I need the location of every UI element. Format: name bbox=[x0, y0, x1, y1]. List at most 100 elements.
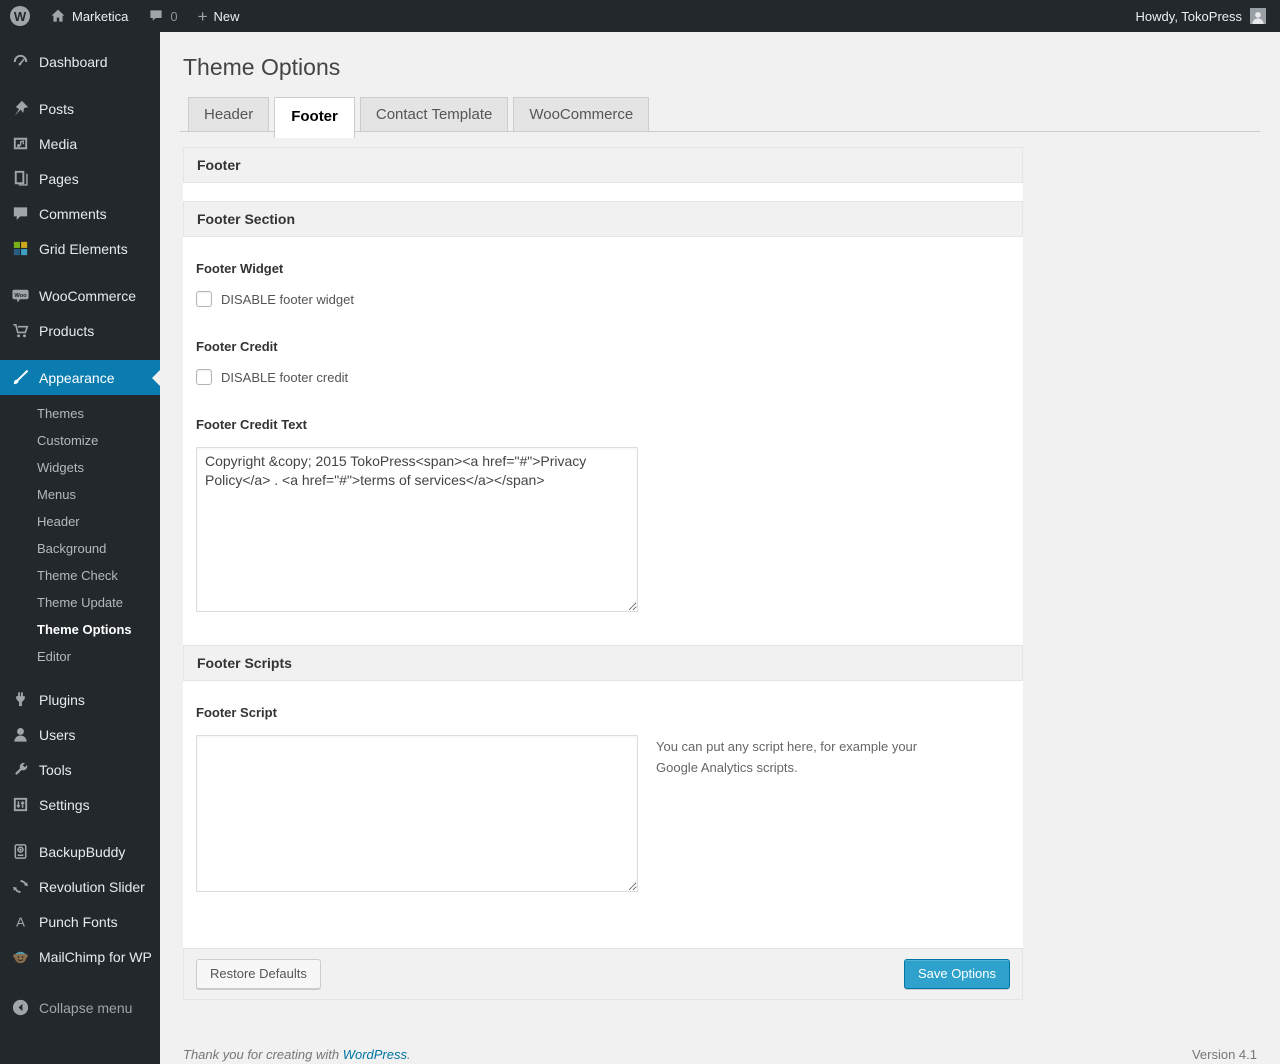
sidebar-item-label: Dashboard bbox=[39, 53, 108, 70]
sidebar-item-revolution-slider[interactable]: Revolution Slider bbox=[0, 869, 160, 904]
sidebar-item-users[interactable]: Users bbox=[0, 717, 160, 752]
submenu-theme-check[interactable]: Theme Check bbox=[0, 562, 160, 589]
thanks-text: Thank you for creating with bbox=[183, 1046, 340, 1062]
submenu-themes[interactable]: Themes bbox=[0, 400, 160, 427]
home-icon bbox=[51, 9, 65, 22]
comments-shortcut[interactable]: 0 bbox=[138, 0, 187, 32]
sidebar-item-punch-fonts[interactable]: A Punch Fonts bbox=[0, 904, 160, 939]
plus-icon bbox=[198, 8, 208, 25]
paintbrush-icon bbox=[13, 369, 29, 385]
sidebar-item-label: WooCommerce bbox=[39, 287, 136, 304]
sidebar-item-media[interactable]: Media bbox=[0, 126, 160, 161]
sidebar-item-label: MailChimp for WP bbox=[39, 948, 152, 965]
footer-widget-label: Footer Widget bbox=[196, 261, 284, 276]
sidebar-item-posts[interactable]: Posts bbox=[0, 91, 160, 126]
sidebar-item-settings[interactable]: Settings bbox=[0, 787, 160, 822]
theme-options-panel: Footer Footer Section Footer Widget DISA… bbox=[183, 147, 1023, 1000]
sidebar-item-label: Posts bbox=[39, 100, 75, 117]
collapse-menu-button[interactable]: Collapse menu bbox=[0, 990, 160, 1025]
submenu-menus[interactable]: Menus bbox=[0, 481, 160, 508]
disable-footer-widget-label: DISABLE footer widget bbox=[221, 291, 354, 307]
sidebar-item-mailchimp[interactable]: MailChimp for WP bbox=[0, 939, 160, 974]
submenu-editor[interactable]: Editor bbox=[0, 643, 160, 670]
sidebar-item-label: BackupBuddy bbox=[39, 843, 126, 860]
user-icon bbox=[14, 728, 27, 742]
person-icon bbox=[1252, 12, 1264, 24]
sidebar-item-label: Punch Fonts bbox=[39, 913, 118, 930]
sidebar-item-label: Appearance bbox=[39, 369, 115, 386]
wordpress-logo-menu[interactable] bbox=[0, 0, 40, 32]
sidebar-item-label: Media bbox=[39, 135, 78, 152]
refresh-arrows-icon bbox=[13, 880, 28, 893]
collapse-menu-label: Collapse menu bbox=[39, 999, 133, 1016]
sidebar-item-label: Products bbox=[39, 322, 95, 339]
tab-footer[interactable]: Footer bbox=[274, 97, 355, 138]
sidebar-item-products[interactable]: Products bbox=[0, 313, 160, 348]
footer-credit-text-label: Footer Credit Text bbox=[196, 417, 307, 432]
sidebar-item-label: Users bbox=[39, 726, 76, 743]
cart-icon bbox=[13, 323, 29, 338]
pushpin-icon bbox=[14, 100, 29, 116]
panel-gap bbox=[183, 183, 1023, 201]
panel-footer: Restore Defaults Save Options bbox=[183, 948, 1023, 1000]
sidebar-item-label: Tools bbox=[39, 761, 72, 778]
sidebar-item-pages[interactable]: Pages bbox=[0, 161, 160, 196]
footer-credit-checkbox-row: DISABLE footer credit bbox=[196, 369, 1010, 385]
dashboard-icon bbox=[13, 54, 28, 66]
monkey-icon bbox=[13, 951, 28, 964]
site-link[interactable]: Marketica bbox=[40, 0, 138, 32]
submenu-header[interactable]: Header bbox=[0, 508, 160, 535]
submenu-theme-options[interactable]: Theme Options bbox=[0, 616, 160, 643]
sidebar-item-label: Grid Elements bbox=[39, 240, 128, 257]
version-text: Version 4.1 bbox=[1191, 1046, 1257, 1062]
media-icon bbox=[13, 137, 28, 150]
sidebar-item-dashboard[interactable]: Dashboard bbox=[0, 44, 160, 79]
sidebar-item-label: Comments bbox=[39, 205, 107, 222]
howdy-text: Howdy, TokoPress bbox=[1135, 8, 1242, 24]
sidebar-item-label: Revolution Slider bbox=[39, 878, 145, 895]
submenu-theme-update[interactable]: Theme Update bbox=[0, 589, 160, 616]
backup-drive-icon bbox=[14, 844, 27, 859]
collapse-arrow-icon bbox=[12, 999, 29, 1016]
thanks-suffix: . bbox=[407, 1046, 411, 1062]
new-content-menu[interactable]: New bbox=[188, 0, 250, 32]
footer-script-row: You can put any script here, for example… bbox=[196, 735, 1010, 892]
admin-bar: Marketica 0 New Howdy, TokoPress bbox=[0, 0, 1280, 32]
footer-thanks: Thank you for creating with WordPress. bbox=[183, 1047, 411, 1062]
submenu-background[interactable]: Background bbox=[0, 535, 160, 562]
tab-woocommerce[interactable]: WooCommerce bbox=[513, 97, 650, 132]
footer-scripts-body: Footer Script You can put any script her… bbox=[183, 681, 1023, 948]
footer-script-label: Footer Script bbox=[196, 705, 277, 720]
wordpress-logo-icon bbox=[10, 6, 30, 26]
submenu-widgets[interactable]: Widgets bbox=[0, 454, 160, 481]
sidebar-item-backupbuddy[interactable]: BackupBuddy bbox=[0, 834, 160, 869]
footer-script-textarea[interactable] bbox=[196, 735, 638, 892]
page-footer: Thank you for creating with WordPress. V… bbox=[183, 1047, 1257, 1062]
sidebar-item-plugins[interactable]: Plugins bbox=[0, 682, 160, 717]
svg-text:A: A bbox=[16, 914, 25, 929]
comment-count: 0 bbox=[170, 8, 178, 24]
howdy-account-menu[interactable]: Howdy, TokoPress bbox=[1136, 8, 1280, 24]
tab-contact-template[interactable]: Contact Template bbox=[359, 97, 509, 132]
footer-credit-text-textarea[interactable]: Copyright &copy; 2015 TokoPress<span><a … bbox=[196, 447, 638, 612]
restore-defaults-button[interactable]: Restore Defaults bbox=[196, 959, 321, 989]
section-header-footer: Footer bbox=[183, 147, 1023, 183]
sidebar-item-grid-elements[interactable]: Grid Elements bbox=[0, 231, 160, 266]
comments-icon bbox=[13, 207, 28, 220]
pages-icon bbox=[14, 170, 28, 186]
save-options-button[interactable]: Save Options bbox=[903, 959, 1010, 989]
woocommerce-icon: Woo bbox=[12, 289, 29, 303]
submenu-customize[interactable]: Customize bbox=[0, 427, 160, 454]
sidebar-item-appearance[interactable]: Appearance bbox=[0, 360, 160, 395]
wordpress-link[interactable]: WordPress bbox=[343, 1047, 407, 1062]
sidebar-item-woocommerce[interactable]: Woo WooCommerce bbox=[0, 278, 160, 313]
svg-text:Woo: Woo bbox=[14, 293, 27, 299]
sidebar-item-tools[interactable]: Tools bbox=[0, 752, 160, 787]
disable-footer-credit-checkbox[interactable] bbox=[196, 369, 212, 385]
tab-header[interactable]: Header bbox=[188, 97, 270, 132]
sidebar-item-label: Pages bbox=[39, 170, 79, 187]
main-content: Theme Options Header Footer Contact Temp… bbox=[160, 0, 1280, 1062]
disable-footer-widget-checkbox[interactable] bbox=[196, 291, 212, 307]
avatar bbox=[1250, 8, 1266, 24]
sidebar-item-comments[interactable]: Comments bbox=[0, 196, 160, 231]
